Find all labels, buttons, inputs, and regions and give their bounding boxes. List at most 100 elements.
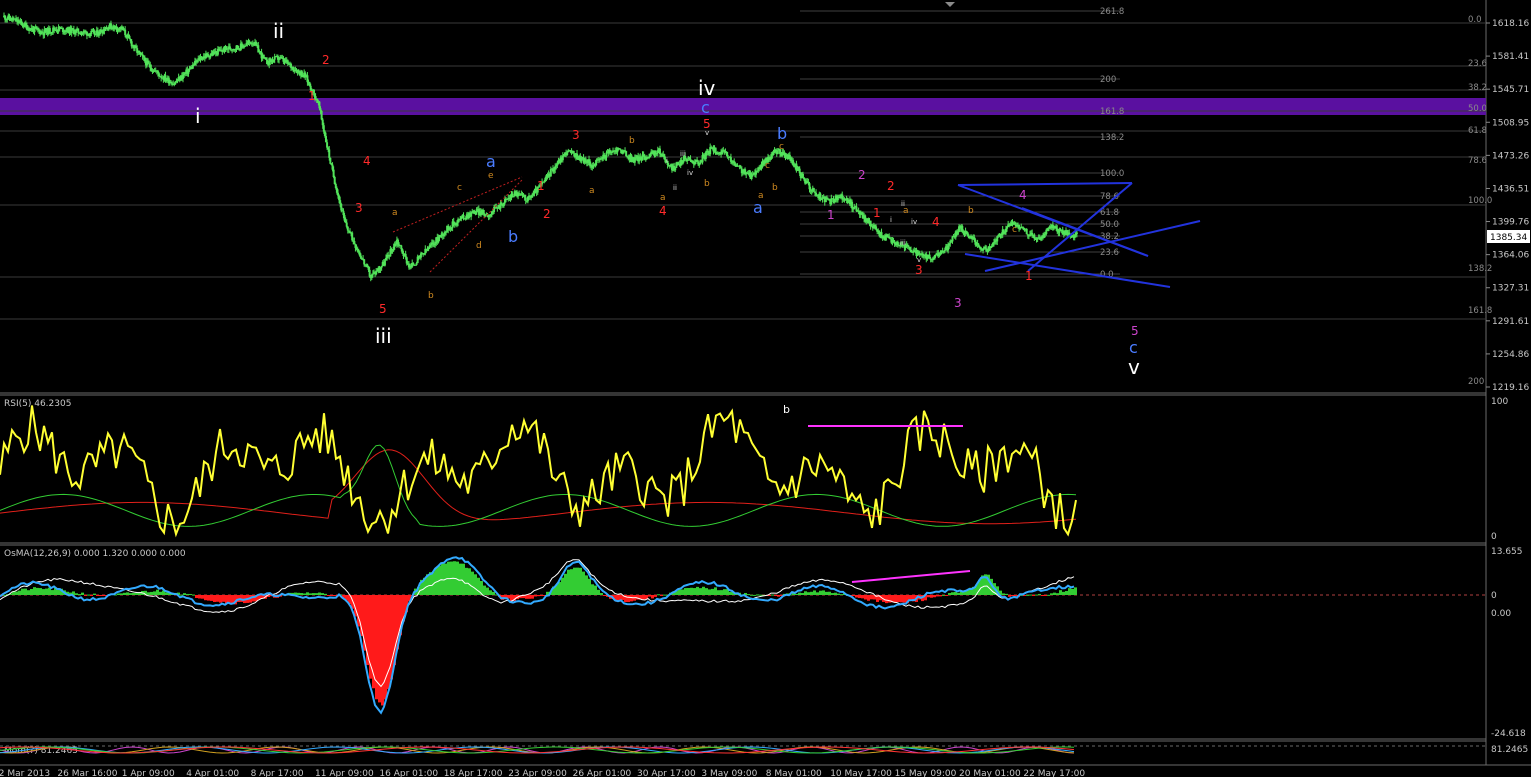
osma-bar-positive [699,588,702,595]
osma-bar-positive [663,594,666,596]
price-tick-label: 1618.16 [1492,19,1529,29]
wave-channel-line [964,253,1171,288]
osma-bar-negative [939,595,942,597]
osma-bar-positive [1035,594,1038,596]
osma-bar-positive [45,588,48,595]
osma-bar-positive [708,589,711,595]
wave-label-minor: 1 [308,89,316,103]
osma-bar-negative [219,595,222,603]
osma-bar-negative [861,595,864,599]
osma-bar-positive [597,589,600,595]
time-tick-label: 22 Mar 2013 [0,769,50,777]
osma-bar-positive [840,594,843,596]
price-tick-label: 1219.16 [1492,383,1529,393]
osma-bar-negative [1014,595,1017,596]
osma-bar-negative [90,595,93,596]
osma-bar-negative [333,595,336,596]
candle-body [896,242,899,246]
osma-bar-negative [198,595,201,599]
candle-body [512,196,515,198]
fib-right-label: 61.8 [1468,126,1487,136]
price-tick-label: 1581.41 [1492,52,1529,62]
osma-bar-positive [303,593,306,595]
osma-bar-negative [630,595,633,602]
osma-bar-positive [123,592,126,595]
bottom-indicator-panel[interactable]: Mom(?) 81.2465 81.2465 [0,745,1528,756]
wave-label-minor: 4 [363,154,371,168]
osma-bar-negative [852,595,855,596]
osma-bar-positive [816,592,819,595]
osma-bar-positive [588,578,591,595]
osma-bar-positive [78,594,81,596]
osma-bar-positive [1074,587,1077,595]
osma-bar-positive [483,585,486,595]
fib-right-label: 38.2 [1468,83,1487,93]
wave-label-minor: 3 [572,128,580,142]
osma-panel[interactable]: OsMA(12,26,9) 0.000 1.320 0.000 0.000 13… [0,547,1526,739]
candle-body [812,188,815,192]
osma-bar-positive [954,591,957,595]
rsi-panel[interactable]: RSI(5) 46.2305 100 0 b [0,397,1508,542]
osma-bar-positive [126,592,129,595]
last-price-text: 1385.34 [1490,233,1527,243]
osma-bar-negative [774,595,777,596]
wave-label-intermediate: b [508,227,518,246]
osma-bar-positive [465,567,468,595]
osma-bar-negative [603,595,606,596]
osma-bar-negative [627,595,630,603]
osma-signal-line [0,559,1075,688]
price-tick-label: 1473.26 [1492,151,1529,161]
osma-bar-positive [117,593,120,595]
osma-bar-negative [1008,595,1011,597]
osma-bar-negative [528,595,531,599]
osma-bar-negative [228,595,231,603]
osma-bar-positive [42,589,45,595]
osma-bar-positive [1050,593,1053,595]
osma-bar-positive [81,592,84,595]
osma-bar-negative [651,595,654,599]
osma-bar-negative [1032,595,1035,596]
osma-bar-positive [951,592,954,595]
osma-bar-positive [183,593,186,595]
osma-bar-positive [600,593,603,595]
osma-level-zero: 0 [1491,591,1497,601]
osma-bar-positive [561,577,564,595]
osma-bar-positive [147,592,150,595]
osma-bar-positive [582,571,585,595]
time-tick-label: 11 Apr 09:00 [315,769,374,777]
osma-bar-positive [1068,588,1071,595]
fib-mid-label: 50.0 [1100,220,1119,230]
osma-bar-negative [930,595,933,598]
osma-bar-positive [459,563,462,595]
osma-bar-positive [810,591,813,595]
rsi-line [0,405,1077,538]
osma-bar-negative [660,595,663,596]
osma-bar-positive [153,591,156,595]
osma-bar-positive [75,593,78,595]
osma-bar-positive [702,586,705,595]
fib-mid-label: 200 [1100,75,1116,85]
wave-label-subminor: b [772,183,778,193]
osma-bar-positive [750,594,753,596]
osma-level-low: -24.618 [1491,729,1526,739]
osma-bar-positive [681,589,684,595]
osma-bar-negative [933,595,936,598]
osma-bar-positive [819,590,822,595]
osma-bar-negative [330,595,333,596]
candle-body [1025,228,1028,235]
osma-bar-negative [864,595,867,600]
osma-bar-positive [678,589,681,595]
osma-lines [0,556,1075,715]
wave-label-subminor: b [629,136,635,146]
fib-right-label: 23.6 [1468,59,1487,69]
candle-body [549,169,552,177]
chart-canvas[interactable]: 0.023.638.250.061.878.6100.0138.2161.820… [0,0,1531,777]
scroll-marker-icon[interactable] [945,2,955,7]
price-panel[interactable]: 0.023.638.250.061.878.6100.0138.2161.820… [0,2,1492,387]
osma-level-zero2: 0.00 [1491,609,1511,619]
candle-body [138,50,141,53]
wave-label-minor: 2 [322,53,330,67]
osma-bar-positive [321,593,324,595]
osma-bar-positive [1071,588,1074,595]
time-tick-label: 8 Apr 17:00 [251,769,304,777]
